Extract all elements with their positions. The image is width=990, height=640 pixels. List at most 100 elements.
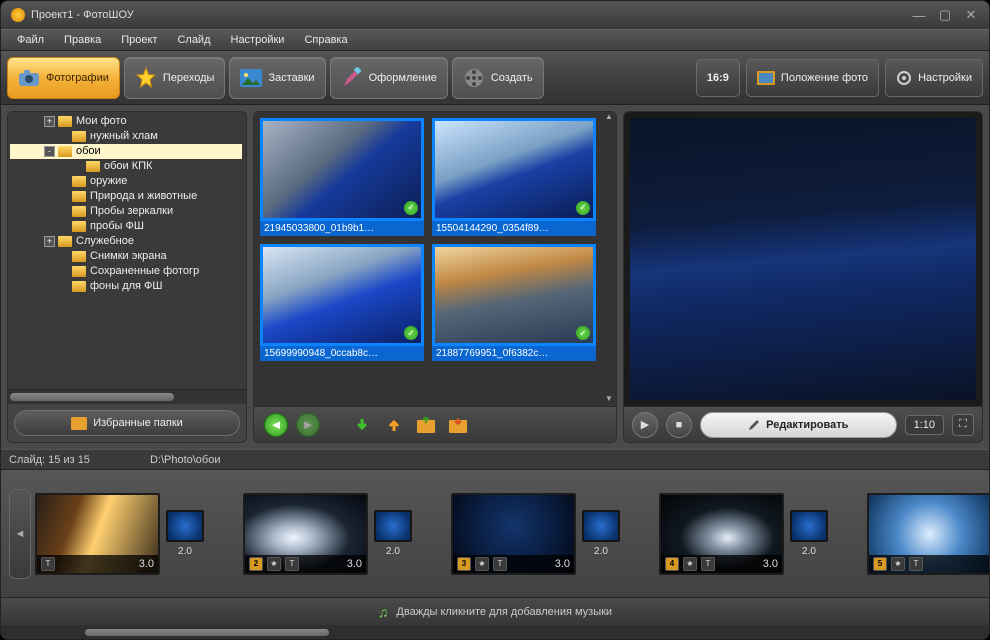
music-hint: Дважды кликните для добавления музыки (396, 606, 612, 618)
tree-item[interactable]: оружие (10, 174, 242, 189)
timeline-slide[interactable]: T3.0 2.0 (35, 493, 235, 575)
nav-back-button[interactable]: ◄ (264, 413, 288, 437)
check-icon: ✓ (576, 326, 590, 340)
edit-button[interactable]: Редактировать (700, 412, 897, 438)
transition-item[interactable]: 2.0 (784, 510, 834, 557)
folder-icon (58, 146, 72, 157)
minimize-button[interactable]: — (911, 7, 927, 23)
transition-item[interactable]: 2.0 (160, 510, 210, 557)
folder-tree[interactable]: +Мои фотонужный хлам-обоиобои КПКоружиеП… (8, 112, 246, 390)
music-note-icon: ♫ (378, 604, 389, 620)
menu-3[interactable]: Слайд (169, 32, 218, 48)
transition-icon (790, 510, 828, 542)
transition-duration: 2.0 (178, 546, 192, 557)
aspect-ratio-label: 16:9 (707, 72, 729, 84)
settings-button[interactable]: Настройки (885, 59, 983, 97)
timeline-h-scrollbar[interactable] (1, 625, 989, 639)
play-button[interactable]: ▶ (632, 412, 658, 438)
tree-expand-icon[interactable]: + (44, 236, 55, 247)
tree-item[interactable]: -обои (10, 144, 242, 159)
thumbnail-item[interactable]: ✓21945033800_01b9b1… (260, 118, 424, 236)
tab-brush[interactable]: Оформление (330, 57, 448, 99)
transition-duration: 2.0 (802, 546, 816, 557)
text-icon: T (285, 557, 299, 571)
tab-picture[interactable]: Заставки (229, 57, 325, 99)
photo-position-button[interactable]: Положение фото (746, 59, 879, 97)
thumbnail-grid[interactable]: ✓21945033800_01b9b1…✓15504144290_0354f89… (254, 112, 602, 406)
tree-item[interactable]: Природа и животные (10, 189, 242, 204)
favorite-folders-button[interactable]: Избранные папки (14, 410, 240, 436)
folder-icon (72, 251, 86, 262)
thumb-v-scrollbar[interactable]: ▲▼ (602, 112, 616, 406)
tree-label: обои КПК (104, 159, 152, 174)
thumbnail-item[interactable]: ✓15504144290_0354f89… (432, 118, 596, 236)
slide-thumbnail: T3.0 (35, 493, 160, 575)
thumbnail-image: ✓ (432, 244, 596, 347)
thumbnail-controls: ◄ ► (254, 406, 616, 442)
menu-4[interactable]: Настройки (223, 32, 293, 48)
gear-icon (896, 70, 912, 86)
tree-item[interactable]: Пробы зеркалки (10, 204, 242, 219)
close-button[interactable]: ✕ (963, 7, 979, 23)
menu-5[interactable]: Справка (296, 32, 355, 48)
tree-label: нужный хлам (90, 129, 158, 144)
tree-item[interactable]: фоны для ФШ (10, 279, 242, 294)
thumbnail-item[interactable]: ✓15699990948_0ccab8c… (260, 244, 424, 362)
tree-item[interactable]: нужный хлам (10, 129, 242, 144)
add-folder-button[interactable] (414, 413, 438, 437)
folder-icon (72, 191, 86, 202)
slide-counter: Слайд: 15 из 15 (9, 454, 90, 466)
thumbnail-image: ✓ (432, 118, 596, 221)
menu-0[interactable]: Файл (9, 32, 52, 48)
picture-icon (240, 67, 262, 89)
nav-forward-button[interactable]: ► (296, 413, 320, 437)
current-path: D:\Photo\обои (150, 454, 221, 466)
tree-item[interactable]: +Мои фото (10, 114, 242, 129)
tree-label: Сохраненные фотогр (90, 264, 199, 279)
tree-item[interactable]: пробы ФШ (10, 219, 242, 234)
timeline-slide[interactable]: 4★T3.02.0 (659, 493, 859, 575)
timeline-slide[interactable]: 3★T3.02.0 (451, 493, 651, 575)
timeline[interactable]: ◄ T3.02.02★T3.02.03★T3.02.04★T3.02.05★T … (1, 470, 989, 597)
tab-star[interactable]: Переходы (124, 57, 226, 99)
tree-expand-icon[interactable]: + (44, 116, 55, 127)
remove-up-button[interactable] (382, 413, 406, 437)
transition-item[interactable]: 2.0 (368, 510, 418, 557)
preview-controls: ▶ ■ Редактировать 1:10 ⛶ (624, 406, 982, 442)
aspect-ratio-button[interactable]: 16:9 (696, 59, 740, 97)
preview-image (630, 118, 976, 400)
tree-item[interactable]: +Служебное (10, 234, 242, 249)
thumbnail-caption: 15699990948_0ccab8c… (260, 346, 424, 361)
folder-icon (72, 131, 86, 142)
thumbnail-item[interactable]: ✓21887769951_0f6382c… (432, 244, 596, 362)
tab-camera[interactable]: Фотографии (7, 57, 120, 99)
maximize-button[interactable]: ▢ (937, 7, 953, 23)
tab-label: Фотографии (46, 72, 109, 84)
tree-expand-icon[interactable]: - (44, 146, 55, 157)
photo-position-label: Положение фото (781, 72, 868, 84)
folder-icon (86, 161, 100, 172)
timeline-slide[interactable]: 5★T (867, 493, 989, 575)
add-down-button[interactable] (350, 413, 374, 437)
slide-duration: 3.0 (139, 558, 154, 570)
titlebar: Проект1 - ФотоШОУ — ▢ ✕ (1, 1, 989, 29)
timeline-slide[interactable]: 2★T3.02.0 (243, 493, 443, 575)
tree-item[interactable]: Сохраненные фотогр (10, 264, 242, 279)
music-track[interactable]: ♫ Дважды кликните для добавления музыки (1, 597, 989, 625)
tree-item[interactable]: обои КПК (10, 159, 242, 174)
stop-button[interactable]: ■ (666, 412, 692, 438)
preview-area (624, 112, 982, 406)
slide-duration: 3.0 (555, 558, 570, 570)
window-title: Проект1 - ФотоШОУ (31, 9, 134, 21)
menu-1[interactable]: Правка (56, 32, 109, 48)
tree-item[interactable]: Снимки экрана (10, 249, 242, 264)
menu-2[interactable]: Проект (113, 32, 165, 48)
transition-item[interactable]: 2.0 (576, 510, 626, 557)
timeline-prev-button[interactable]: ◄ (9, 489, 31, 579)
camera-icon (18, 67, 40, 89)
tree-h-scrollbar[interactable] (8, 390, 246, 404)
remove-folder-button[interactable] (446, 413, 470, 437)
tab-reel[interactable]: Создать (452, 57, 544, 99)
thumbnail-caption: 21945033800_01b9b1… (260, 221, 424, 236)
fullscreen-button[interactable]: ⛶ (952, 414, 974, 436)
